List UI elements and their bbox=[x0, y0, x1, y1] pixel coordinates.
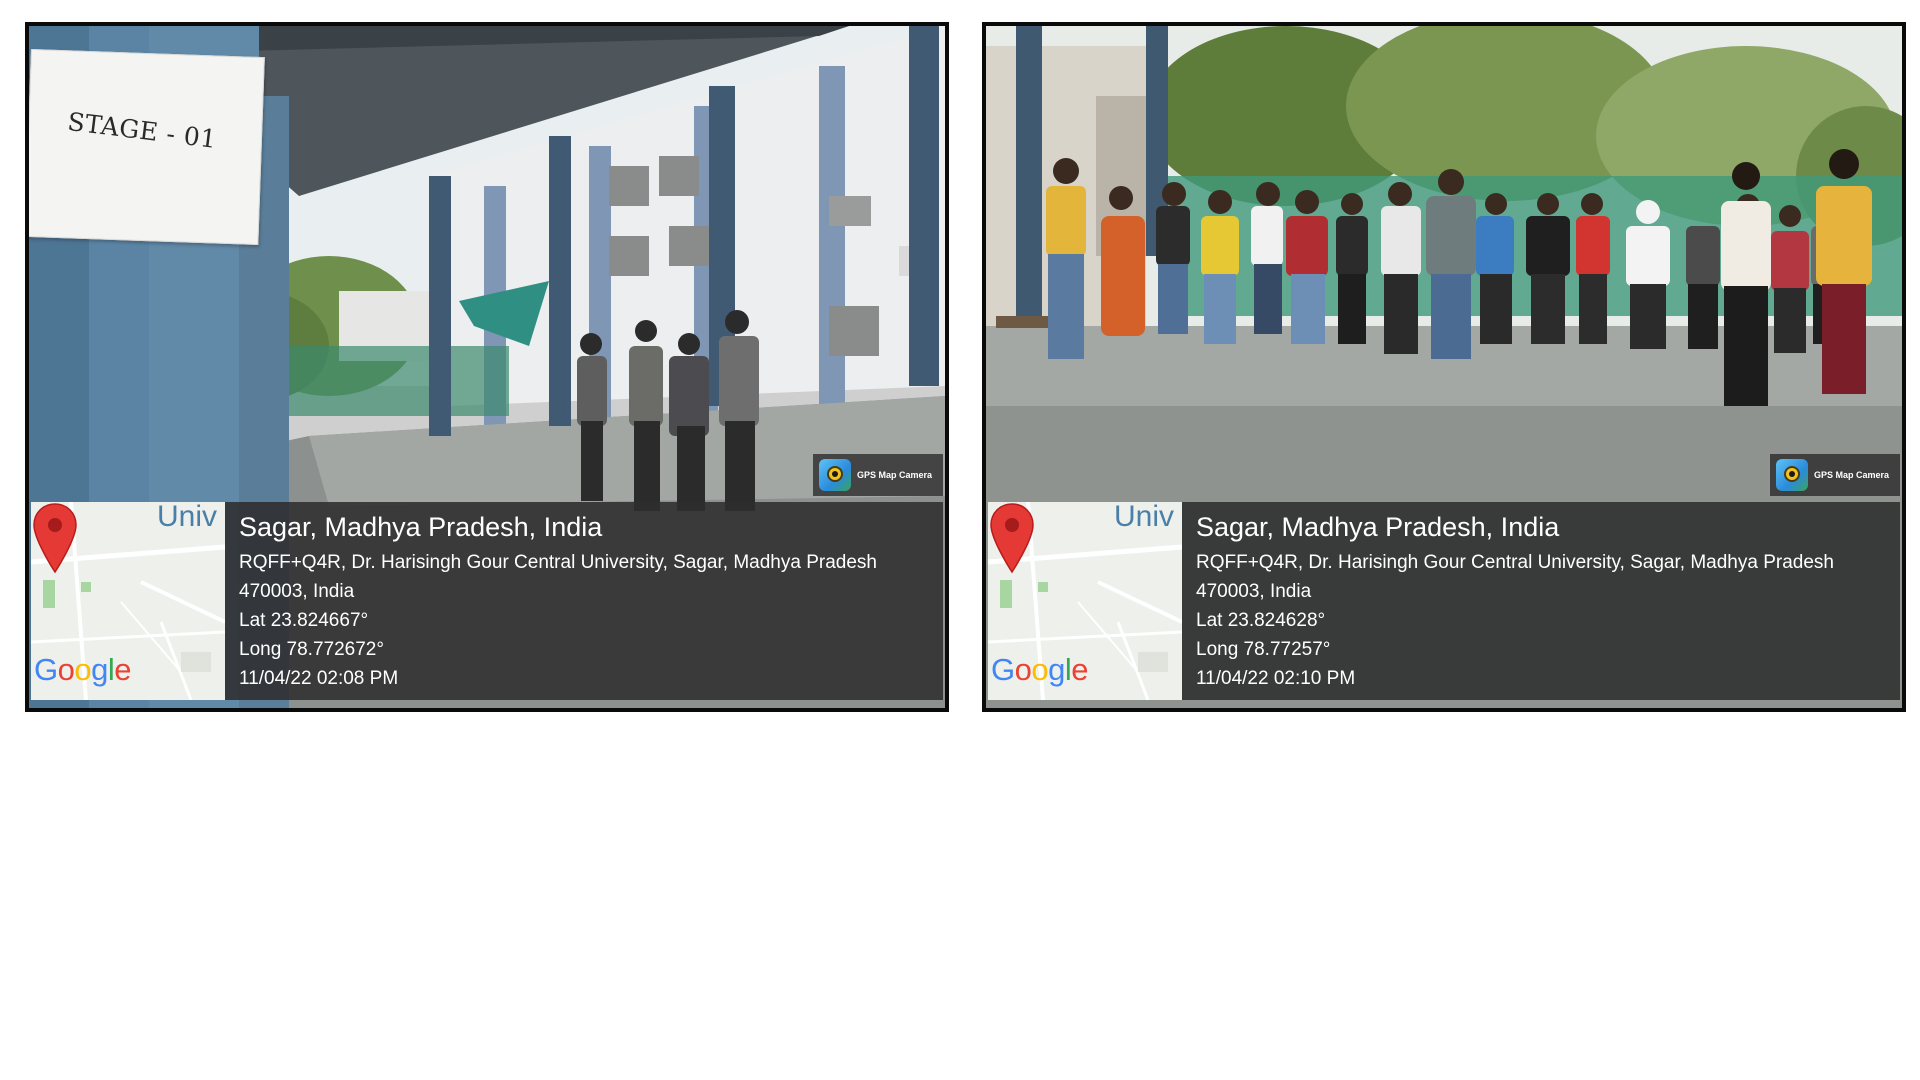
location-info-bar: Univ Google Sagar, Madhya Pradesh, India… bbox=[31, 502, 943, 700]
google-logo: Google bbox=[991, 652, 1089, 687]
location-city: Sagar, Madhya Pradesh, India bbox=[239, 512, 603, 542]
gps-camera-icon bbox=[1776, 459, 1808, 491]
gps-camera-badge: GPS Map Camera bbox=[1770, 454, 1900, 496]
map-pin-icon bbox=[33, 503, 77, 574]
location-longitude: Long 78.772672° bbox=[239, 639, 384, 660]
location-longitude: Long 78.77257° bbox=[1196, 639, 1331, 660]
location-address-line1: RQFF+Q4R, Dr. Harisingh Gour Central Uni… bbox=[239, 552, 877, 573]
photo-left: STAGE - 01 GPS Map Camera Univ Google Sa… bbox=[25, 22, 949, 712]
gps-camera-badge: GPS Map Camera bbox=[813, 454, 943, 496]
map-label: Univ bbox=[1114, 502, 1175, 533]
map-thumbnail: Univ Google bbox=[988, 502, 1182, 700]
location-city: Sagar, Madhya Pradesh, India bbox=[1196, 512, 1560, 542]
location-address-line2: 470003, India bbox=[239, 581, 355, 602]
location-info-bar: Univ Google Sagar, Madhya Pradesh, India… bbox=[988, 502, 1900, 700]
gps-camera-icon bbox=[819, 459, 851, 491]
location-latitude: Lat 23.824667° bbox=[239, 610, 369, 631]
location-text: Sagar, Madhya Pradesh, India RQFF+Q4R, D… bbox=[239, 510, 877, 693]
map-thumbnail: Univ Google bbox=[31, 502, 225, 700]
stage-sign: STAGE - 01 bbox=[29, 49, 265, 246]
gps-camera-label: GPS Map Camera bbox=[857, 470, 933, 480]
location-datetime: 11/04/22 02:08 PM bbox=[239, 668, 399, 689]
stage-sign-text: STAGE - 01 bbox=[66, 106, 219, 154]
google-logo: Google bbox=[34, 652, 132, 687]
map-pin-icon bbox=[990, 503, 1034, 574]
map-label: Univ bbox=[157, 502, 218, 533]
location-datetime: 11/04/22 02:10 PM bbox=[1196, 668, 1356, 689]
gps-camera-label: GPS Map Camera bbox=[1814, 470, 1890, 480]
location-latitude: Lat 23.824628° bbox=[1196, 610, 1326, 631]
location-text: Sagar, Madhya Pradesh, India RQFF+Q4R, D… bbox=[1196, 510, 1834, 693]
location-address-line1: RQFF+Q4R, Dr. Harisingh Gour Central Uni… bbox=[1196, 552, 1834, 573]
photo-right: GPS Map Camera Univ Google Sagar, Madhya… bbox=[982, 22, 1906, 712]
location-address-line2: 470003, India bbox=[1196, 581, 1312, 602]
